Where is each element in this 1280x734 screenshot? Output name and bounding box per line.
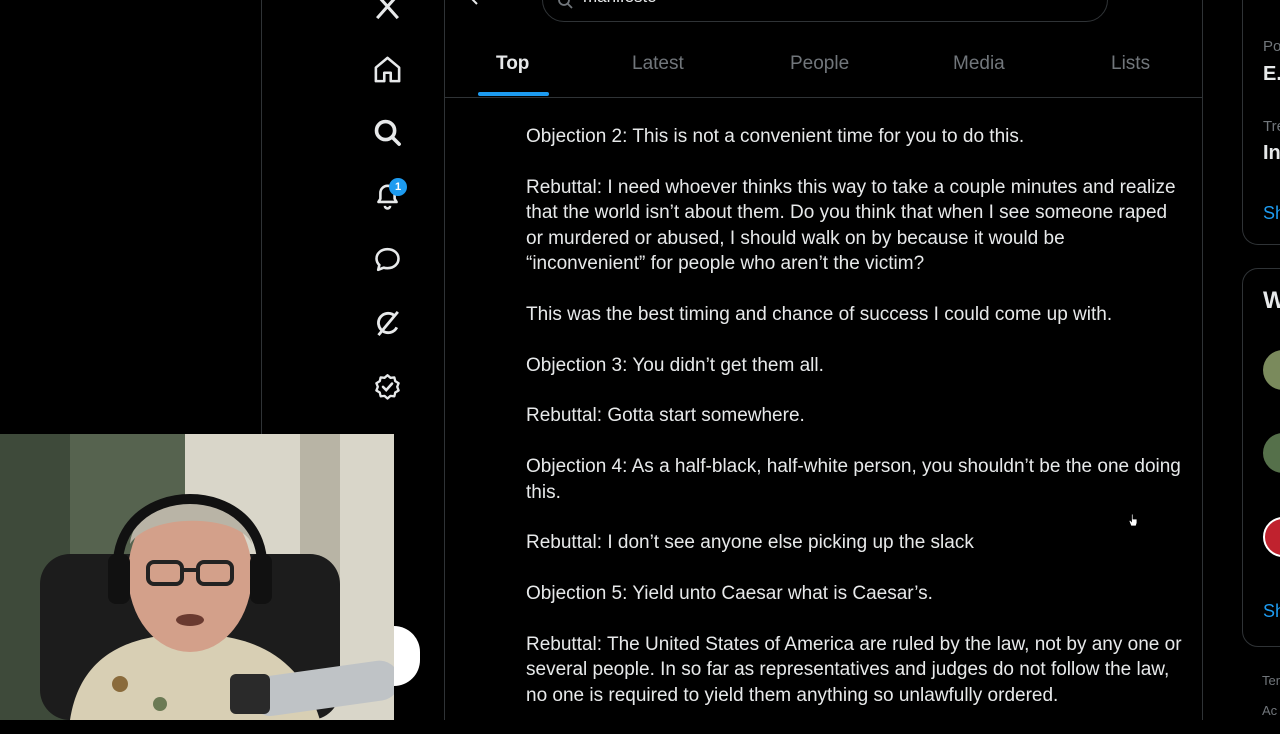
trend-title[interactable]: E. xyxy=(1263,63,1280,86)
webcam-person-image xyxy=(0,434,394,720)
trend-context: Po xyxy=(1263,38,1280,55)
hand-cursor-icon xyxy=(1128,513,1138,527)
active-tab-indicator xyxy=(478,92,549,96)
nav-notifications[interactable]: 1 xyxy=(355,167,419,223)
post-paragraph: Objection 4: As a half-black, half-white… xyxy=(526,456,1181,503)
nav-messages[interactable] xyxy=(355,231,419,287)
x-logo-icon xyxy=(375,0,399,19)
tab-people[interactable]: People xyxy=(790,53,849,75)
who-to-follow-title: W xyxy=(1263,287,1280,314)
search-icon xyxy=(374,119,401,146)
post-paragraph: Objection 5: Yield unto Caesar what is C… xyxy=(526,583,933,605)
post-paragraph: This was the best timing and chance of s… xyxy=(526,303,1113,325)
nav-grok[interactable] xyxy=(355,295,419,351)
tab-latest[interactable]: Latest xyxy=(632,53,684,75)
post-paragraph: Rebuttal: Gotta start somewhere. xyxy=(526,405,805,427)
message-bubble-icon xyxy=(374,247,400,271)
left-column-divider xyxy=(261,0,262,436)
webcam-overlay xyxy=(0,434,394,720)
tab-lists[interactable]: Lists xyxy=(1111,53,1150,75)
post-paragraph: Objection 3: You didn’t get them all. xyxy=(526,354,824,376)
post-paragraph: Rebuttal: I don’t see anyone else pickin… xyxy=(526,532,974,554)
search-input[interactable]: manifesto xyxy=(542,0,1108,22)
grok-icon xyxy=(376,310,399,336)
post-paragraph: Rebuttal: The United States of America a… xyxy=(526,634,1182,706)
post-paragraph: Objection 2: This is not a convenient ti… xyxy=(526,126,1025,147)
home-icon xyxy=(374,56,400,82)
search-results-column: manifesto Top Latest People Media Lists … xyxy=(444,0,1203,720)
back-arrow-icon[interactable] xyxy=(467,0,483,6)
post-body: Objection 2: This is not a convenient ti… xyxy=(526,124,1186,734)
search-query-text: manifesto xyxy=(583,0,657,7)
show-more-link[interactable]: Sh xyxy=(1263,203,1280,224)
notification-badge: 1 xyxy=(389,178,407,196)
trend-context: Tre xyxy=(1263,118,1280,135)
show-more-link[interactable]: Sh xyxy=(1263,601,1280,622)
footer-link[interactable]: Ter xyxy=(1262,673,1280,688)
verified-badge-icon xyxy=(374,373,400,400)
nav-home[interactable] xyxy=(355,41,419,97)
nav-premium[interactable] xyxy=(355,359,419,415)
search-icon xyxy=(558,0,573,9)
tab-top[interactable]: Top xyxy=(496,53,529,75)
nav-explore[interactable] xyxy=(355,104,419,160)
tab-media[interactable]: Media xyxy=(953,53,1005,75)
post-paragraph: Rebuttal: I need whoever thinks this way… xyxy=(526,176,1176,275)
search-tabs: Top Latest People Media Lists xyxy=(445,30,1202,98)
footer-link[interactable]: Ac xyxy=(1262,703,1277,718)
trend-title[interactable]: In xyxy=(1263,142,1280,165)
x-logo-link[interactable] xyxy=(355,0,419,34)
